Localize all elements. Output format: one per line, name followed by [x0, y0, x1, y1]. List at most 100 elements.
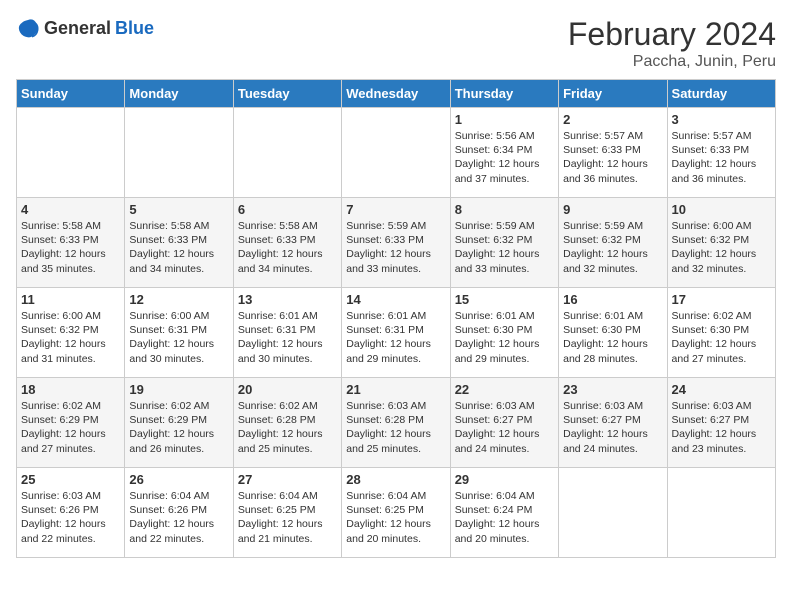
sub-title: Paccha, Junin, Peru [568, 53, 776, 71]
column-header-friday: Friday [559, 80, 667, 108]
calendar-table: SundayMondayTuesdayWednesdayThursdayFrid… [16, 79, 776, 558]
day-info: Sunrise: 5:58 AM Sunset: 6:33 PM Dayligh… [129, 219, 228, 276]
day-info: Sunrise: 6:02 AM Sunset: 6:29 PM Dayligh… [21, 399, 120, 456]
calendar-cell [342, 108, 450, 198]
calendar-cell: 6 Sunrise: 5:58 AM Sunset: 6:33 PM Daylig… [233, 198, 341, 288]
day-info: Sunrise: 5:59 AM Sunset: 6:33 PM Dayligh… [346, 219, 445, 276]
calendar-cell: 23 Sunrise: 6:03 AM Sunset: 6:27 PM Dayli… [559, 378, 667, 468]
day-number: 22 [455, 382, 554, 397]
calendar-cell: 29 Sunrise: 6:04 AM Sunset: 6:24 PM Dayli… [450, 468, 558, 558]
day-info: Sunrise: 6:01 AM Sunset: 6:30 PM Dayligh… [563, 309, 662, 366]
day-info: Sunrise: 6:03 AM Sunset: 6:26 PM Dayligh… [21, 489, 120, 546]
day-info: Sunrise: 6:00 AM Sunset: 6:32 PM Dayligh… [672, 219, 771, 276]
calendar-week-row: 25Sunrise: 6:03 AM Sunset: 6:26 PM Dayli… [17, 468, 776, 558]
calendar-header-row: SundayMondayTuesdayWednesdayThursdayFrid… [17, 80, 776, 108]
main-title: February 2024 [568, 16, 776, 53]
calendar-cell: 13 Sunrise: 6:01 AM Sunset: 6:31 PM Dayli… [233, 288, 341, 378]
calendar-week-row: 1 Sunrise: 5:56 AM Sunset: 6:34 PM Daylig… [17, 108, 776, 198]
calendar-cell: 25Sunrise: 6:03 AM Sunset: 6:26 PM Dayli… [17, 468, 125, 558]
day-info: Sunrise: 6:00 AM Sunset: 6:31 PM Dayligh… [129, 309, 228, 366]
day-number: 12 [129, 292, 228, 307]
day-info: Sunrise: 6:03 AM Sunset: 6:28 PM Dayligh… [346, 399, 445, 456]
day-number: 16 [563, 292, 662, 307]
day-number: 28 [346, 472, 445, 487]
day-info: Sunrise: 5:58 AM Sunset: 6:33 PM Dayligh… [238, 219, 337, 276]
day-info: Sunrise: 6:02 AM Sunset: 6:30 PM Dayligh… [672, 309, 771, 366]
calendar-cell: 5 Sunrise: 5:58 AM Sunset: 6:33 PM Daylig… [125, 198, 233, 288]
day-number: 23 [563, 382, 662, 397]
day-number: 26 [129, 472, 228, 487]
calendar-week-row: 4 Sunrise: 5:58 AM Sunset: 6:33 PM Daylig… [17, 198, 776, 288]
column-header-sunday: Sunday [17, 80, 125, 108]
calendar-cell: 15 Sunrise: 6:01 AM Sunset: 6:30 PM Dayli… [450, 288, 558, 378]
calendar-cell: 2Sunrise: 5:57 AM Sunset: 6:33 PM Daylig… [559, 108, 667, 198]
logo-icon [16, 16, 40, 40]
day-number: 17 [672, 292, 771, 307]
day-number: 1 [455, 112, 554, 127]
day-info: Sunrise: 6:02 AM Sunset: 6:29 PM Dayligh… [129, 399, 228, 456]
day-number: 4 [21, 202, 120, 217]
day-number: 11 [21, 292, 120, 307]
calendar-cell [667, 468, 775, 558]
column-header-monday: Monday [125, 80, 233, 108]
calendar-cell: 16 Sunrise: 6:01 AM Sunset: 6:30 PM Dayli… [559, 288, 667, 378]
day-number: 7 [346, 202, 445, 217]
column-header-thursday: Thursday [450, 80, 558, 108]
day-info: Sunrise: 6:03 AM Sunset: 6:27 PM Dayligh… [672, 399, 771, 456]
header: General Blue February 2024 Paccha, Junin… [16, 16, 776, 71]
day-info: Sunrise: 6:03 AM Sunset: 6:27 PM Dayligh… [563, 399, 662, 456]
day-info: Sunrise: 6:04 AM Sunset: 6:26 PM Dayligh… [129, 489, 228, 546]
calendar-cell: 14 Sunrise: 6:01 AM Sunset: 6:31 PM Dayli… [342, 288, 450, 378]
day-number: 15 [455, 292, 554, 307]
calendar-cell: 24 Sunrise: 6:03 AM Sunset: 6:27 PM Dayli… [667, 378, 775, 468]
calendar-cell: 28 Sunrise: 6:04 AM Sunset: 6:25 PM Dayli… [342, 468, 450, 558]
day-info: Sunrise: 6:00 AM Sunset: 6:32 PM Dayligh… [21, 309, 120, 366]
column-header-wednesday: Wednesday [342, 80, 450, 108]
logo: General Blue [16, 16, 154, 40]
day-info: Sunrise: 6:01 AM Sunset: 6:30 PM Dayligh… [455, 309, 554, 366]
logo-general-text: General [44, 18, 111, 39]
day-number: 14 [346, 292, 445, 307]
calendar-cell: 17 Sunrise: 6:02 AM Sunset: 6:30 PM Dayli… [667, 288, 775, 378]
day-info: Sunrise: 5:58 AM Sunset: 6:33 PM Dayligh… [21, 219, 120, 276]
calendar-week-row: 18 Sunrise: 6:02 AM Sunset: 6:29 PM Dayli… [17, 378, 776, 468]
day-info: Sunrise: 6:03 AM Sunset: 6:27 PM Dayligh… [455, 399, 554, 456]
day-number: 6 [238, 202, 337, 217]
calendar-cell: 19Sunrise: 6:02 AM Sunset: 6:29 PM Dayli… [125, 378, 233, 468]
day-info: Sunrise: 5:59 AM Sunset: 6:32 PM Dayligh… [455, 219, 554, 276]
day-info: Sunrise: 5:56 AM Sunset: 6:34 PM Dayligh… [455, 129, 554, 186]
calendar-cell: 10 Sunrise: 6:00 AM Sunset: 6:32 PM Dayli… [667, 198, 775, 288]
column-header-tuesday: Tuesday [233, 80, 341, 108]
calendar-cell: 1 Sunrise: 5:56 AM Sunset: 6:34 PM Daylig… [450, 108, 558, 198]
column-header-saturday: Saturday [667, 80, 775, 108]
day-info: Sunrise: 6:04 AM Sunset: 6:24 PM Dayligh… [455, 489, 554, 546]
day-info: Sunrise: 6:02 AM Sunset: 6:28 PM Dayligh… [238, 399, 337, 456]
day-number: 29 [455, 472, 554, 487]
day-info: Sunrise: 6:01 AM Sunset: 6:31 PM Dayligh… [238, 309, 337, 366]
day-number: 3 [672, 112, 771, 127]
calendar-cell [17, 108, 125, 198]
day-info: Sunrise: 6:04 AM Sunset: 6:25 PM Dayligh… [346, 489, 445, 546]
day-number: 10 [672, 202, 771, 217]
title-area: February 2024 Paccha, Junin, Peru [568, 16, 776, 71]
day-number: 5 [129, 202, 228, 217]
day-info: Sunrise: 5:59 AM Sunset: 6:32 PM Dayligh… [563, 219, 662, 276]
day-number: 24 [672, 382, 771, 397]
calendar-cell: 11 Sunrise: 6:00 AM Sunset: 6:32 PM Dayli… [17, 288, 125, 378]
day-number: 21 [346, 382, 445, 397]
calendar-cell [233, 108, 341, 198]
calendar-cell [125, 108, 233, 198]
calendar-cell: 22 Sunrise: 6:03 AM Sunset: 6:27 PM Dayli… [450, 378, 558, 468]
calendar-cell: 3Sunrise: 5:57 AM Sunset: 6:33 PM Daylig… [667, 108, 775, 198]
calendar-cell: 21 Sunrise: 6:03 AM Sunset: 6:28 PM Dayli… [342, 378, 450, 468]
calendar-cell: 27Sunrise: 6:04 AM Sunset: 6:25 PM Dayli… [233, 468, 341, 558]
day-number: 18 [21, 382, 120, 397]
calendar-cell [559, 468, 667, 558]
day-number: 20 [238, 382, 337, 397]
day-info: Sunrise: 6:01 AM Sunset: 6:31 PM Dayligh… [346, 309, 445, 366]
calendar-cell: 12 Sunrise: 6:00 AM Sunset: 6:31 PM Dayli… [125, 288, 233, 378]
day-number: 13 [238, 292, 337, 307]
calendar-cell: 9Sunrise: 5:59 AM Sunset: 6:32 PM Daylig… [559, 198, 667, 288]
calendar-cell: 7 Sunrise: 5:59 AM Sunset: 6:33 PM Daylig… [342, 198, 450, 288]
calendar-week-row: 11 Sunrise: 6:00 AM Sunset: 6:32 PM Dayli… [17, 288, 776, 378]
